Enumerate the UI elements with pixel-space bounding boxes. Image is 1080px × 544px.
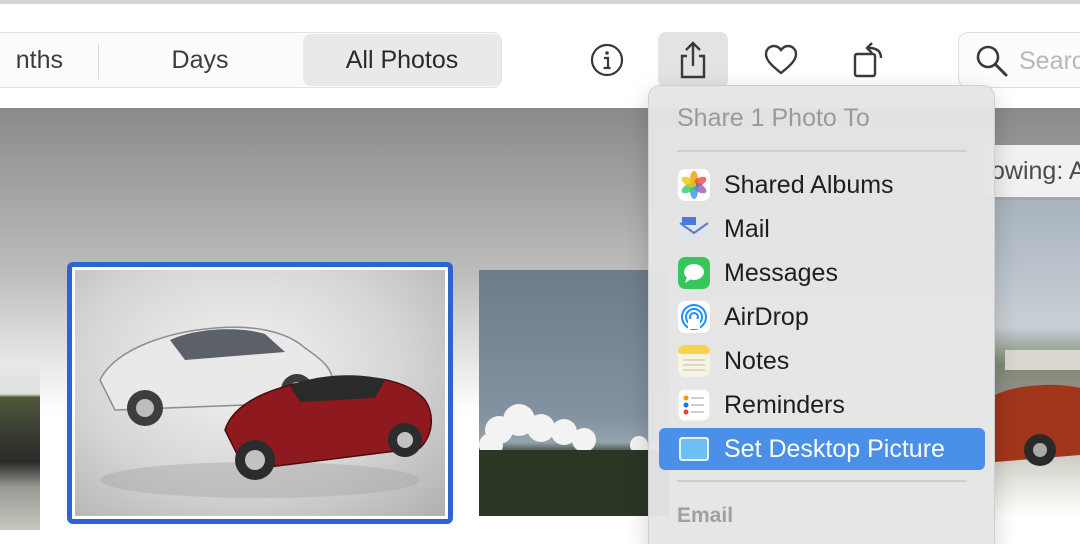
airdrop-icon <box>678 301 710 333</box>
menu-section-email: Email <box>677 504 734 527</box>
share-menu: Share 1 Photo To Shared Albums Mail Mess… <box>648 85 995 544</box>
heart-icon <box>764 44 798 75</box>
favorite-button[interactable] <box>746 32 816 88</box>
menu-item-label: AirDrop <box>724 302 809 331</box>
tab-months[interactable]: nths <box>0 33 79 87</box>
notes-icon <box>678 345 710 377</box>
menu-item-label: Shared Albums <box>724 170 894 199</box>
view-segmented-control: nths Days All Photos <box>0 32 502 88</box>
menu-separator <box>677 480 967 482</box>
info-circle-icon <box>590 43 624 77</box>
cars-illustration <box>99 326 432 498</box>
share-menu-header: Share 1 Photo To <box>677 104 870 132</box>
photo-cars-image <box>75 270 445 516</box>
magnifier-icon <box>976 45 1008 77</box>
segment-divider <box>98 43 99 79</box>
share-button[interactable] <box>658 32 728 88</box>
menu-item-mail[interactable]: Mail <box>659 208 985 250</box>
menu-item-label: Messages <box>724 258 838 287</box>
menu-item-label: Set Desktop Picture <box>724 434 945 463</box>
messages-icon <box>678 257 710 289</box>
photo-red-car[interactable] <box>995 200 1080 516</box>
menu-item-shared-albums[interactable]: Shared Albums <box>659 164 985 206</box>
launch-smoke-illustration <box>479 404 669 516</box>
photo-cars-selected[interactable] <box>67 262 453 524</box>
menu-item-notes[interactable]: Notes <box>659 340 985 382</box>
menu-item-messages[interactable]: Messages <box>659 252 985 294</box>
reminders-icon <box>678 389 710 421</box>
photo-launch[interactable] <box>479 270 669 516</box>
mail-icon <box>679 217 709 239</box>
share-icon <box>680 41 706 79</box>
menu-item-label: Notes <box>724 346 790 375</box>
photos-icon <box>678 169 710 201</box>
rotate-button[interactable] <box>834 32 904 88</box>
menu-item-label: Reminders <box>724 390 845 419</box>
info-button[interactable] <box>572 32 642 88</box>
desktop-picture-icon <box>679 437 709 461</box>
menu-item-airdrop[interactable]: AirDrop <box>659 296 985 338</box>
menu-separator <box>677 150 967 152</box>
tab-days[interactable]: Days <box>101 33 299 87</box>
red-car-illustration <box>995 350 1080 466</box>
search-field[interactable]: Searc <box>958 32 1080 88</box>
photo-tractor[interactable] <box>0 360 40 530</box>
menu-item-reminders[interactable]: Reminders <box>659 384 985 426</box>
search-placeholder: Searc <box>1019 47 1080 75</box>
tab-all-photos[interactable]: All Photos <box>303 34 501 86</box>
menu-item-set-desktop-picture[interactable]: Set Desktop Picture <box>659 428 985 470</box>
showing-filter-label[interactable]: owing: A <box>985 145 1080 197</box>
rotate-icon <box>853 42 883 78</box>
menu-item-label: Mail <box>724 214 770 243</box>
